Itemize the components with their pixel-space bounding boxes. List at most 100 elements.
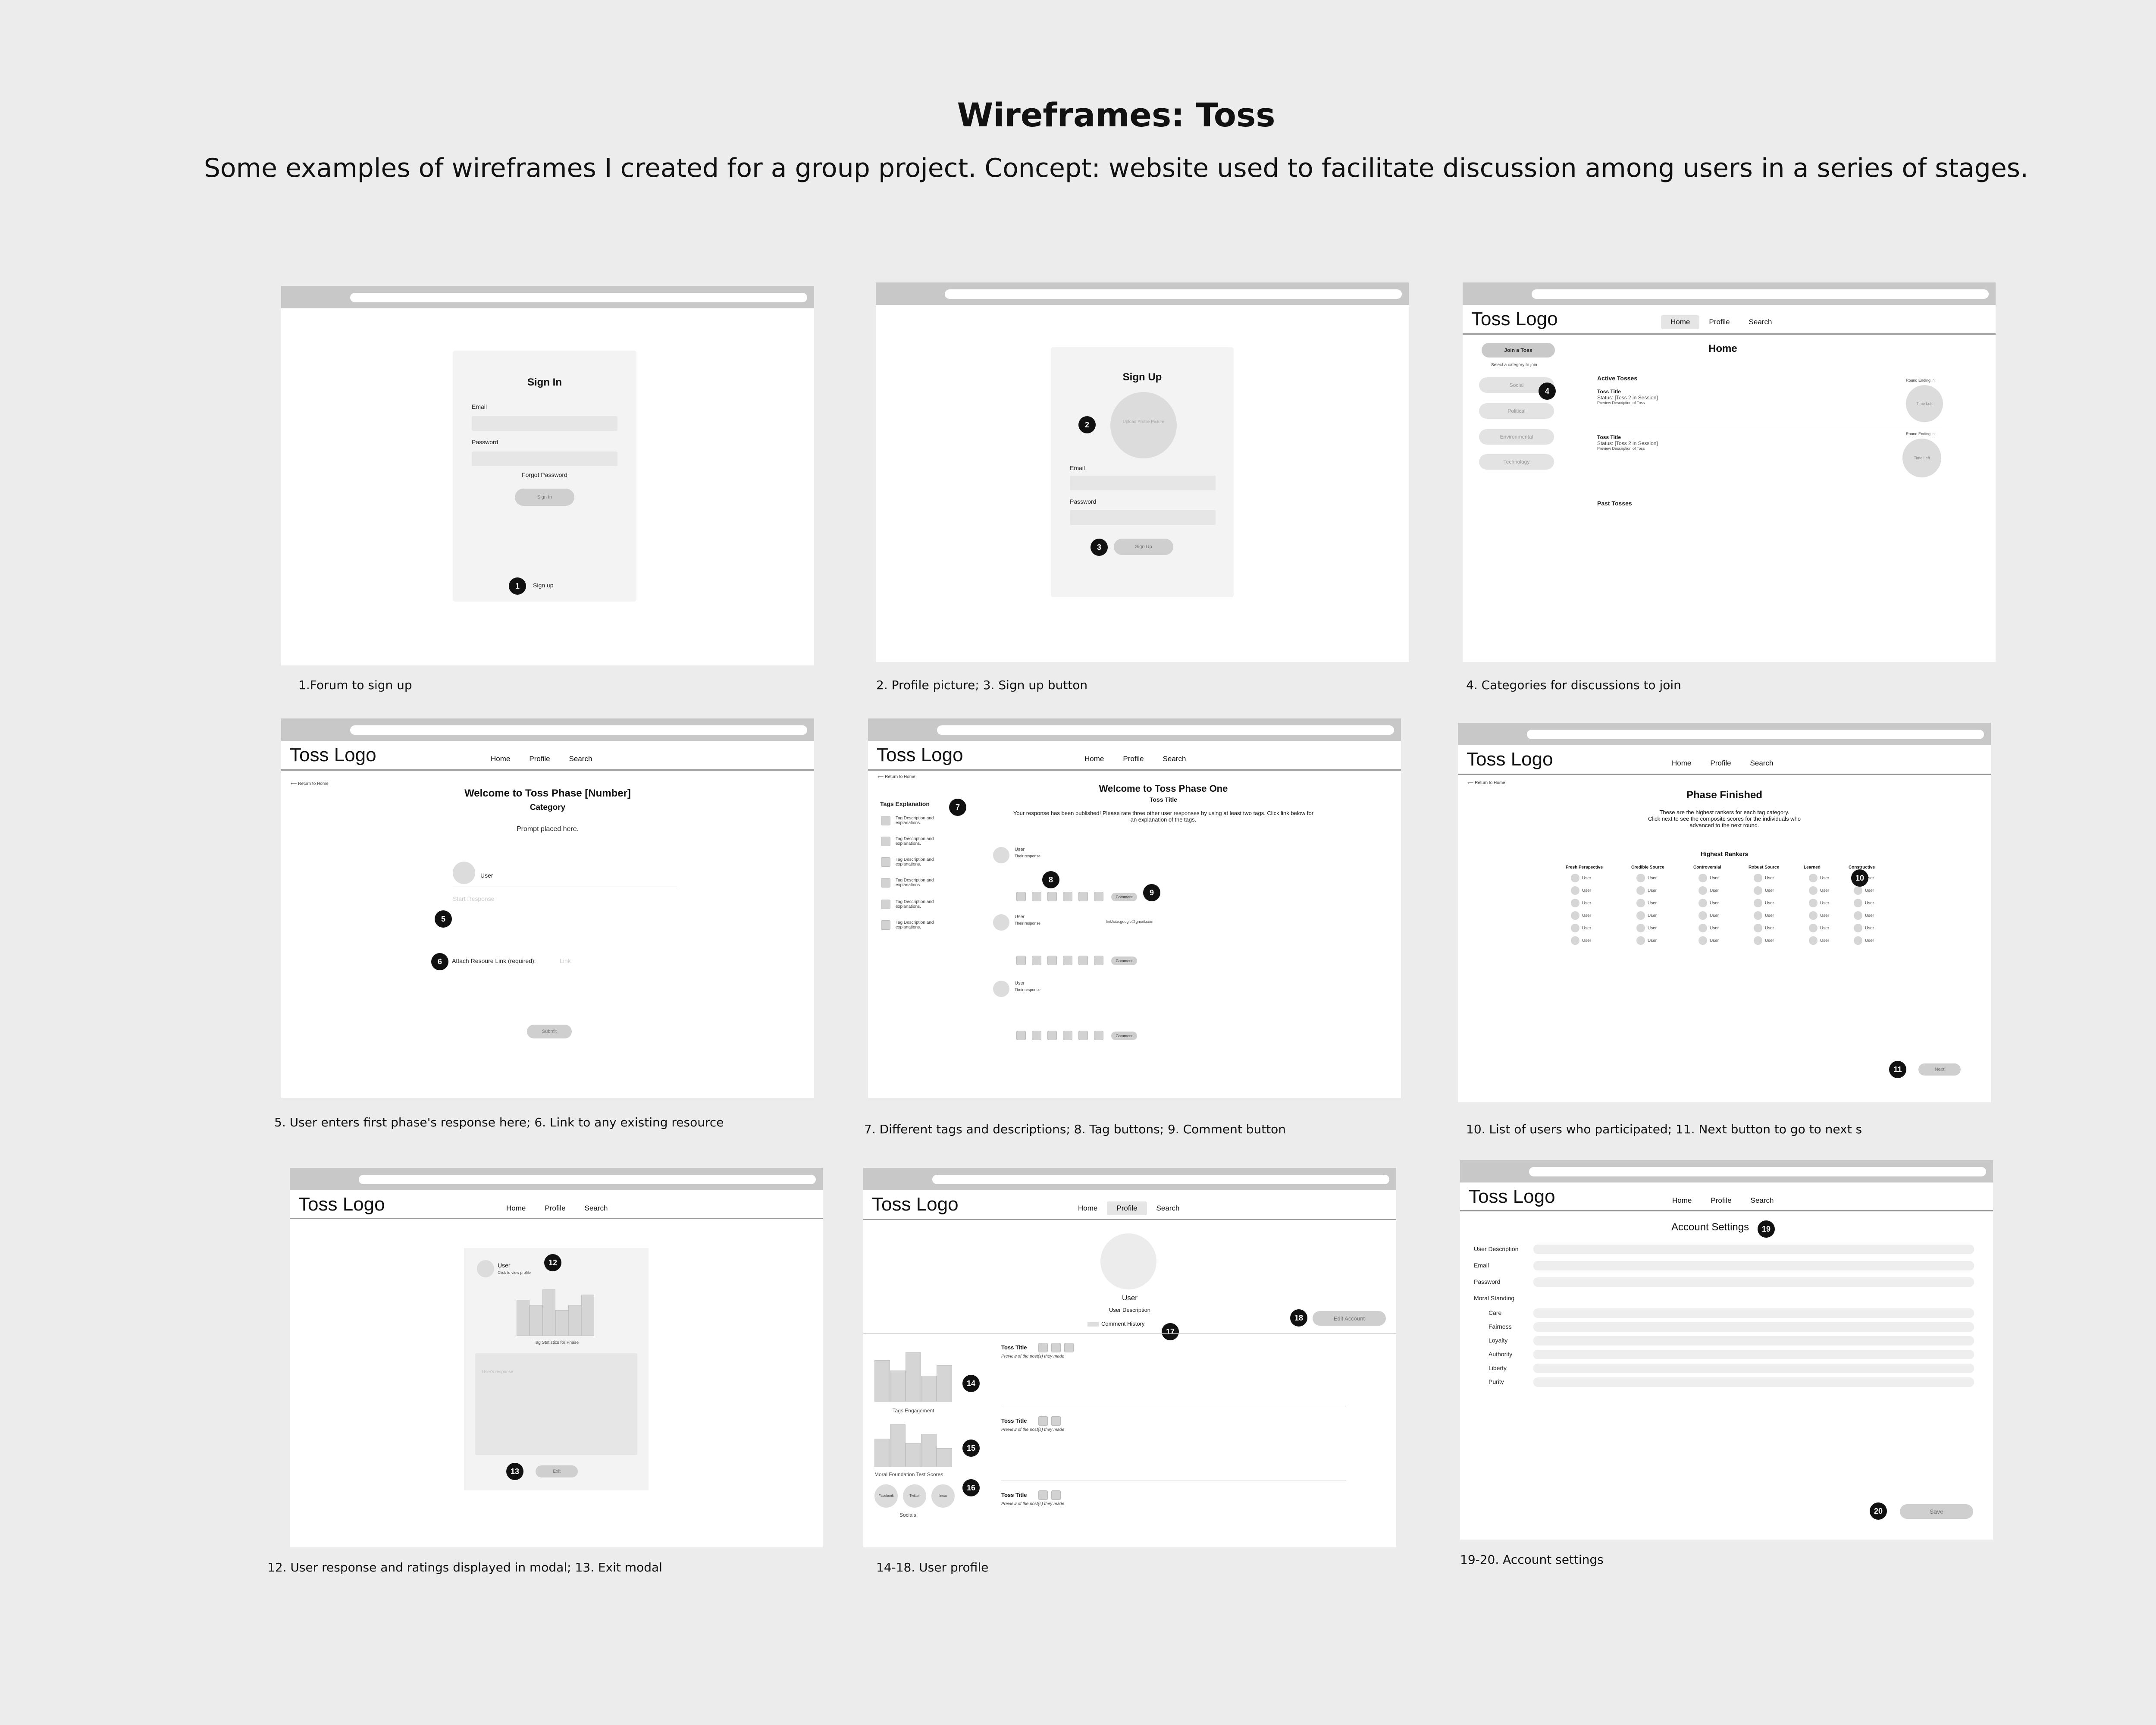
ranker-user[interactable]: User	[1809, 936, 1829, 945]
response-input[interactable]: Start Response	[453, 895, 495, 902]
ranker-user[interactable]: User	[1698, 911, 1719, 920]
user-avatar[interactable]	[477, 1260, 494, 1277]
ranker-user[interactable]: User	[1854, 911, 1874, 920]
exit-button[interactable]: Exit	[536, 1465, 578, 1477]
category-political[interactable]: Political	[1479, 403, 1554, 419]
ranker-user[interactable]: User	[1809, 911, 1829, 920]
join-toss-button[interactable]: Join a Toss	[1482, 343, 1555, 358]
tag-button[interactable]	[1047, 892, 1057, 901]
ranker-user[interactable]: User	[1698, 924, 1719, 932]
forgot-password-link[interactable]: Forgot Password	[522, 471, 567, 478]
toss-item[interactable]: Toss Title Status: [Toss 2 in Session] P…	[1597, 434, 1658, 451]
ranker-user[interactable]: User	[1571, 911, 1591, 920]
ranker-user[interactable]: User	[1754, 936, 1774, 945]
comment-button[interactable]: Comment	[1111, 1032, 1137, 1040]
ranker-user[interactable]: User	[1809, 924, 1829, 932]
toss-logo[interactable]: Toss Logo	[298, 1194, 385, 1215]
tag-button[interactable]	[1063, 892, 1072, 901]
ranker-user[interactable]: User	[1698, 874, 1719, 882]
comment-history-link[interactable]: Comment History	[1087, 1320, 1144, 1327]
toss-logo[interactable]: Toss Logo	[872, 1194, 959, 1215]
sign-up-link[interactable]: Sign up	[533, 582, 553, 589]
email-field[interactable]	[1070, 476, 1216, 490]
nav-profile[interactable]: Profile	[1107, 1201, 1147, 1215]
ranker-user[interactable]: User	[1636, 899, 1657, 907]
nav-search[interactable]: Search	[1741, 1194, 1783, 1208]
moral-purity-input[interactable]	[1533, 1377, 1974, 1387]
nav-home[interactable]: Home	[1069, 1201, 1107, 1215]
ranker-user[interactable]: User	[1571, 899, 1591, 907]
email-input[interactable]	[1533, 1261, 1974, 1270]
tag-button[interactable]	[1016, 956, 1026, 965]
ranker-user[interactable]: User	[1809, 874, 1829, 882]
toss-logo[interactable]: Toss Logo	[1469, 1186, 1555, 1208]
toss-logo[interactable]: Toss Logo	[1471, 308, 1558, 330]
moral-fairness-input[interactable]	[1533, 1322, 1974, 1332]
nav-home[interactable]: Home	[1663, 1194, 1701, 1208]
ranker-user[interactable]: User	[1698, 886, 1719, 895]
ranker-user[interactable]: User	[1636, 874, 1657, 882]
nav-profile[interactable]: Profile	[1701, 756, 1740, 770]
nav-profile[interactable]: Profile	[520, 752, 559, 766]
ranker-user[interactable]: User	[1698, 936, 1719, 945]
ranker-user[interactable]: User	[1754, 899, 1774, 907]
tag-button[interactable]	[1047, 956, 1057, 965]
ranker-user[interactable]: User	[1698, 899, 1719, 907]
nav-home[interactable]: Home	[497, 1201, 535, 1215]
ranker-user[interactable]: User	[1754, 924, 1774, 932]
view-profile-link[interactable]: Click to view profile	[498, 1270, 531, 1275]
comment-button[interactable]: Comment	[1111, 957, 1137, 965]
tag-button[interactable]	[1032, 1031, 1041, 1040]
nav-profile[interactable]: Profile	[1699, 315, 1739, 329]
ranker-user[interactable]: User	[1854, 936, 1874, 945]
return-home-link[interactable]: ⟵ Return to Home	[291, 781, 329, 786]
ranker-user[interactable]: User	[1571, 874, 1591, 882]
ranker-user[interactable]: User	[1571, 924, 1591, 932]
ranker-user[interactable]: User	[1854, 924, 1874, 932]
category-technology[interactable]: Technology	[1479, 454, 1554, 470]
tag-button[interactable]	[1078, 956, 1088, 965]
category-environmental[interactable]: Environmental	[1479, 429, 1554, 445]
nav-search[interactable]: Search	[560, 752, 602, 766]
comment-button[interactable]: Comment	[1111, 893, 1137, 901]
return-home-link[interactable]: ⟵ Return to Home	[1467, 781, 1505, 785]
ranker-user[interactable]: User	[1809, 899, 1829, 907]
ranker-user[interactable]: User	[1571, 936, 1591, 945]
submit-button[interactable]: Submit	[527, 1025, 572, 1038]
ranker-user[interactable]: User	[1636, 924, 1657, 932]
edit-account-button[interactable]: Edit Account	[1313, 1311, 1386, 1326]
password-field[interactable]	[1070, 510, 1216, 525]
tag-button[interactable]	[1016, 892, 1026, 901]
tag-button[interactable]	[1047, 1031, 1057, 1040]
moral-loyalty-input[interactable]	[1533, 1336, 1974, 1346]
user-description-input[interactable]	[1533, 1245, 1974, 1254]
ranker-user[interactable]: User	[1754, 874, 1774, 882]
nav-profile[interactable]: Profile	[1701, 1194, 1741, 1208]
tag-button[interactable]	[1094, 956, 1103, 965]
tag-button[interactable]	[1016, 1031, 1026, 1040]
response-link[interactable]: link/site.google@gmail.com	[1106, 919, 1153, 924]
ranker-user[interactable]: User	[1854, 886, 1874, 895]
nav-home[interactable]: Home	[1662, 756, 1701, 770]
nav-search[interactable]: Search	[1741, 756, 1783, 770]
tag-button[interactable]	[1063, 956, 1072, 965]
ranker-user[interactable]: User	[1754, 911, 1774, 920]
nav-home[interactable]: Home	[1661, 315, 1700, 329]
email-field[interactable]	[472, 416, 617, 431]
nav-profile[interactable]: Profile	[535, 1201, 575, 1215]
sign-in-button[interactable]: Sign In	[515, 489, 574, 506]
ranker-user[interactable]: User	[1636, 936, 1657, 945]
profile-picture-upload[interactable]	[1110, 392, 1177, 458]
toss-logo[interactable]: Toss Logo	[877, 744, 963, 766]
return-home-link[interactable]: ⟵ Return to Home	[877, 775, 915, 779]
ranker-user[interactable]: User	[1636, 911, 1657, 920]
save-button[interactable]: Save	[1900, 1504, 1973, 1519]
ranker-user[interactable]: User	[1809, 886, 1829, 895]
sign-up-button[interactable]: Sign Up	[1114, 539, 1173, 555]
ranker-user[interactable]: User	[1636, 886, 1657, 895]
tag-button[interactable]	[1078, 1031, 1088, 1040]
tag-button[interactable]	[1094, 1031, 1103, 1040]
modal-user[interactable]: User	[498, 1262, 511, 1269]
link-input[interactable]: Link	[560, 957, 571, 964]
ranker-user[interactable]: User	[1854, 899, 1874, 907]
